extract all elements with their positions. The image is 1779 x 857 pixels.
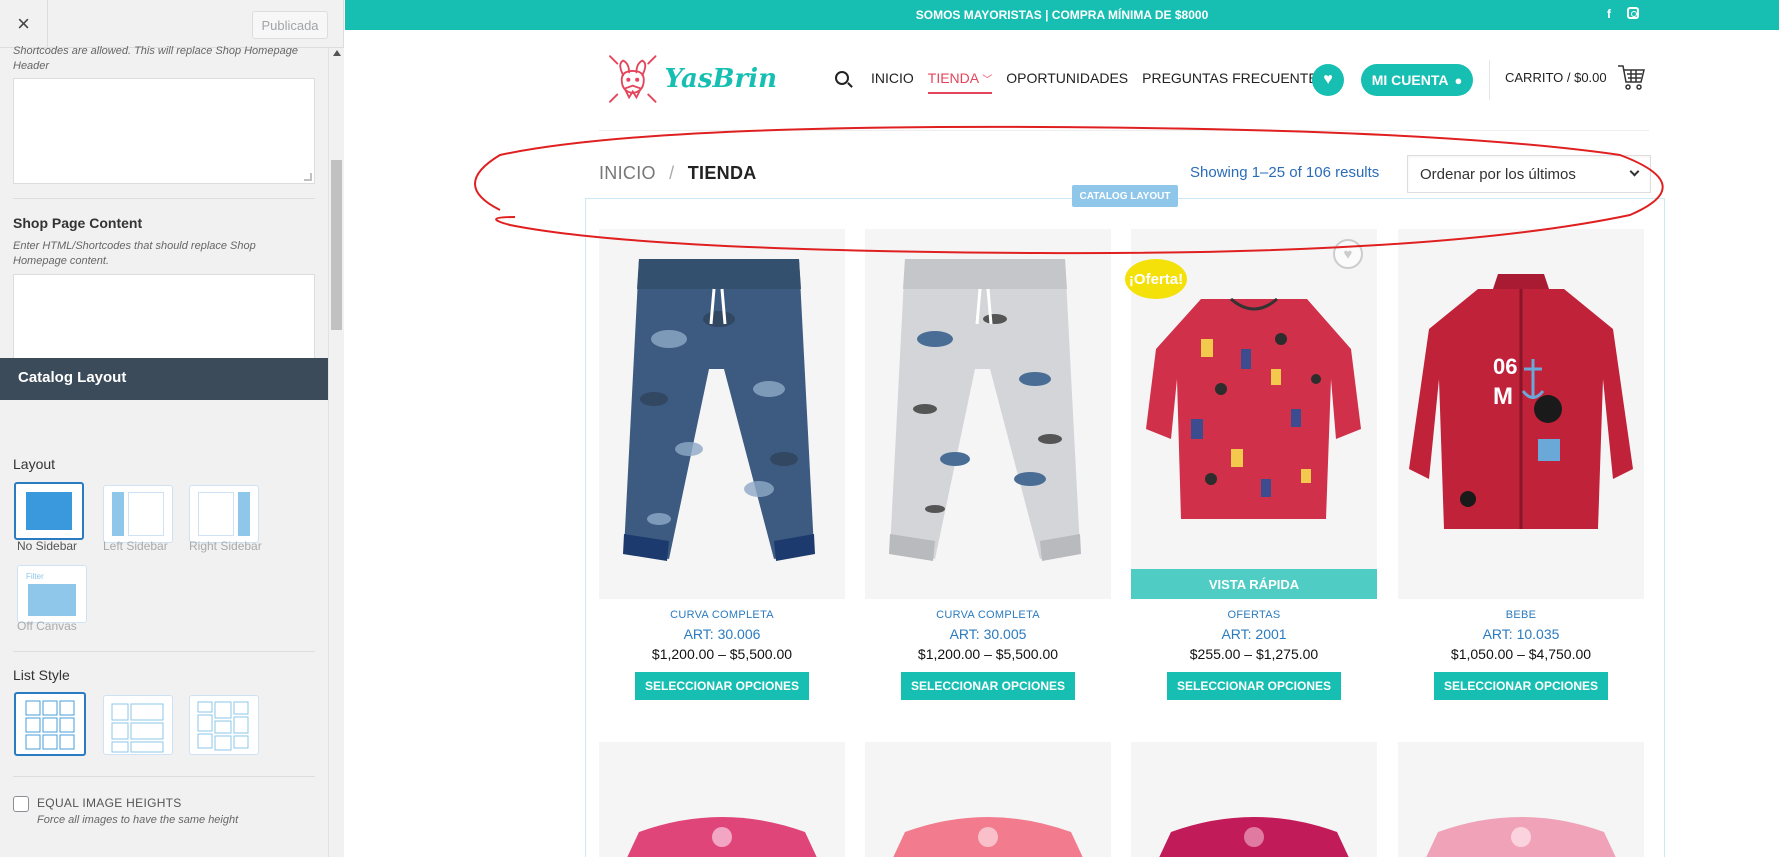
- close-customizer-button[interactable]: ×: [0, 0, 48, 48]
- chevron-down-icon: ﹀: [982, 75, 993, 86]
- nav-item-inicio[interactable]: INICIO: [871, 70, 914, 94]
- product-price: $1,050.00 – $4,750.00: [1450, 646, 1592, 662]
- nav-item-oportunidades[interactable]: OPORTUNIDADES: [1006, 70, 1128, 94]
- catalog-layout-tag[interactable]: CATALOG LAYOUT: [1072, 185, 1178, 207]
- select-options-button[interactable]: SELECCIONAR OPCIONES: [901, 672, 1075, 700]
- product-image[interactable]: 06 M: [1398, 229, 1644, 599]
- bunny-logo-icon: [609, 55, 657, 103]
- breadcrumb-home[interactable]: INICIO: [599, 163, 656, 183]
- filter-tag: Filter: [26, 572, 44, 581]
- product-name[interactable]: ART: 2001: [1131, 626, 1377, 642]
- shop-content-description: Enter HTML/Shortcodes that should replac…: [13, 240, 256, 267]
- site-header: YasBrin INICIO TIENDA ﹀ OPORTUNIDADES PR…: [345, 30, 1779, 130]
- close-icon: ×: [17, 11, 30, 36]
- shop-header-textarea[interactable]: [13, 78, 315, 184]
- product-category[interactable]: OFERTAS: [1131, 609, 1377, 621]
- header-bottom-line: [599, 130, 1649, 131]
- site-preview: SOMOS MAYORISTAS | COMPRA MÍNIMA DE $800…: [345, 0, 1779, 857]
- product-category[interactable]: CURVA COMPLETA: [599, 609, 845, 621]
- header-field-description: Shortcodes are allowed. This will replac…: [13, 45, 298, 72]
- publish-button[interactable]: Publicada: [252, 11, 328, 39]
- shopping-cart-icon[interactable]: [1617, 62, 1645, 92]
- my-account-button[interactable]: MI CUENTA ●: [1361, 64, 1473, 96]
- list-style-list[interactable]: [103, 695, 173, 755]
- layout-option-no-sidebar[interactable]: [14, 482, 84, 540]
- product-image[interactable]: [1131, 742, 1377, 857]
- layout-label: Layout: [13, 456, 56, 472]
- product-image[interactable]: [865, 742, 1111, 857]
- top-bar: SOMOS MAYORISTAS | COMPRA MÍNIMA DE $800…: [345, 0, 1779, 30]
- select-options-button[interactable]: SELECCIONAR OPCIONES: [1434, 672, 1608, 700]
- heart-icon: ♥: [1323, 71, 1333, 88]
- select-options-button[interactable]: SELECCIONAR OPCIONES: [635, 672, 809, 700]
- product-image[interactable]: [599, 742, 845, 857]
- user-icon: ●: [1454, 72, 1463, 88]
- product-category[interactable]: CURVA COMPLETA: [865, 609, 1111, 621]
- equal-image-heights-checkbox[interactable]: [13, 796, 29, 812]
- shop-content-label: Shop Page Content: [13, 215, 143, 231]
- select-options-button[interactable]: SELECCIONAR OPCIONES: [1167, 672, 1341, 700]
- scroll-up-arrow-icon[interactable]: [333, 50, 341, 56]
- nav-item-preguntas-frecuentes[interactable]: PREGUNTAS FRECUENTES: [1142, 70, 1327, 94]
- layout-option-off-canvas[interactable]: Filter: [17, 565, 87, 623]
- layout-option-right-sidebar[interactable]: [189, 485, 259, 543]
- equal-image-heights-label: EQUAL IMAGE HEIGHTS: [37, 796, 182, 810]
- header-divider: [1489, 60, 1490, 100]
- cart-link[interactable]: CARRITO / $0.00: [1505, 70, 1607, 85]
- product-image[interactable]: [599, 229, 845, 599]
- svg-text:06: 06: [1493, 354, 1517, 379]
- product-name[interactable]: ART: 10.035: [1398, 626, 1644, 642]
- social-links: f: [1607, 7, 1639, 21]
- nav-item-tienda[interactable]: TIENDA ﹀: [927, 70, 993, 94]
- list-style-masonry[interactable]: [189, 695, 259, 755]
- catalog-layout-section-title: Catalog Layout: [0, 358, 328, 400]
- product-price: $255.00 – $1,275.00: [1189, 646, 1319, 662]
- sale-badge: ¡Oferta!: [1125, 259, 1187, 299]
- customizer-panel: × Publicada Shortcodes are allowed. This…: [0, 0, 344, 857]
- product-price: $1,200.00 – $5,500.00: [651, 646, 793, 662]
- layout-option-label: No Sidebar: [17, 539, 78, 553]
- site-logo[interactable]: YasBrin: [607, 44, 777, 114]
- wishlist-button[interactable]: ♥: [1312, 64, 1344, 96]
- product-name[interactable]: ART: 30.005: [865, 626, 1111, 642]
- customizer-header: × Publicada: [0, 0, 343, 48]
- logo-text: YasBrin: [664, 64, 777, 94]
- top-bar-message: SOMOS MAYORISTAS | COMPRA MÍNIMA DE $800…: [915, 8, 1209, 22]
- equal-image-heights-description: Force all images to have the same height: [37, 814, 239, 826]
- product-category[interactable]: BEBE: [1398, 609, 1644, 621]
- breadcrumb: INICIO / TIENDA: [599, 163, 757, 184]
- list-style-label: List Style: [13, 667, 70, 683]
- facebook-icon[interactable]: f: [1607, 7, 1619, 21]
- result-count: Showing 1–25 of 106 results: [1190, 164, 1380, 181]
- layout-option-left-sidebar[interactable]: [103, 485, 173, 543]
- breadcrumb-separator: /: [669, 163, 675, 183]
- sort-select[interactable]: Ordenar por los últimos: [1407, 155, 1651, 193]
- product-price: $1,200.00 – $5,500.00: [917, 646, 1059, 662]
- main-navigation: INICIO TIENDA ﹀ OPORTUNIDADES PREGUNTAS …: [835, 70, 1341, 94]
- breadcrumb-current: TIENDA: [687, 163, 757, 183]
- layout-option-label: Right Sidebar: [189, 539, 262, 553]
- panel-scrollbar-thumb[interactable]: [331, 160, 342, 330]
- chevron-down-icon: [1629, 166, 1640, 177]
- heart-icon[interactable]: ♥: [1333, 239, 1363, 269]
- search-icon[interactable]: [835, 71, 849, 85]
- product-name[interactable]: ART: 30.006: [599, 626, 845, 642]
- layout-option-label: Off Canvas: [17, 619, 77, 633]
- layout-option-label: Left Sidebar: [103, 539, 168, 553]
- my-account-label: MI CUENTA: [1371, 72, 1449, 88]
- instagram-icon[interactable]: [1627, 7, 1639, 19]
- svg-text:M: M: [1493, 383, 1513, 410]
- quick-view-button[interactable]: VISTA RÁPIDA: [1131, 569, 1377, 599]
- list-style-grid[interactable]: [14, 692, 86, 756]
- sort-select-value: Ordenar por los últimos: [1420, 166, 1576, 183]
- product-image[interactable]: [1398, 742, 1644, 857]
- product-image[interactable]: [865, 229, 1111, 599]
